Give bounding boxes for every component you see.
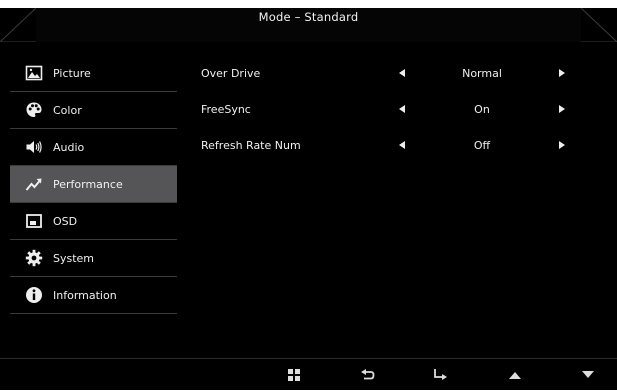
setting-label: Over Drive — [201, 66, 261, 80]
sidebar: Picture Color Audio Performance OSD Syst… — [10, 55, 177, 314]
sidebar-item-system[interactable]: System — [10, 240, 177, 277]
enter-icon[interactable] — [432, 367, 448, 383]
osd-icon — [24, 211, 44, 231]
sidebar-item-label: OSD — [53, 214, 78, 228]
sidebar-item-label: Information — [53, 288, 117, 302]
setting-row-over-drive: Over Drive Normal — [201, 55, 601, 91]
right-arrow-icon[interactable] — [557, 68, 567, 78]
sidebar-item-label: Audio — [53, 140, 85, 154]
setting-label: FreeSync — [201, 102, 251, 116]
setting-value[interactable]: Normal — [407, 67, 557, 80]
sidebar-item-color[interactable]: Color — [10, 92, 177, 129]
sidebar-item-picture[interactable]: Picture — [10, 55, 177, 92]
sidebar-item-performance[interactable]: Performance — [10, 166, 177, 203]
right-arrow-icon[interactable] — [557, 140, 567, 150]
left-arrow-icon[interactable] — [397, 140, 407, 150]
top-strip — [0, 0, 617, 8]
page-title: Mode – Standard — [258, 10, 359, 24]
down-arrow-icon[interactable] — [580, 367, 596, 383]
performance-icon — [24, 174, 44, 194]
sidebar-item-label: Picture — [53, 66, 91, 80]
setting-label: Refresh Rate Num — [201, 138, 301, 152]
right-arrow-icon[interactable] — [557, 104, 567, 114]
left-arrow-icon[interactable] — [397, 104, 407, 114]
sidebar-item-label: Color — [53, 103, 82, 117]
bottom-button-bar — [0, 358, 617, 391]
up-arrow-icon[interactable] — [507, 367, 523, 383]
sidebar-item-audio[interactable]: Audio — [10, 129, 177, 166]
setting-row-freesync: FreeSync On — [201, 91, 601, 127]
speaker-icon — [24, 137, 44, 157]
left-arrow-icon[interactable] — [397, 68, 407, 78]
setting-row-refresh-rate-num: Refresh Rate Num Off — [201, 127, 601, 163]
sidebar-item-label: System — [53, 251, 95, 265]
menu-grid-icon[interactable] — [286, 367, 302, 383]
setting-value[interactable]: Off — [407, 139, 557, 152]
setting-value[interactable]: On — [407, 103, 557, 116]
sidebar-item-information[interactable]: Information — [10, 277, 177, 314]
settings-panel: Over Drive Normal FreeSync On Refresh Ra… — [201, 55, 601, 163]
sidebar-item-label: Performance — [53, 177, 123, 191]
picture-icon — [24, 63, 44, 83]
gear-icon — [24, 248, 44, 268]
palette-icon — [24, 100, 44, 120]
info-icon — [24, 285, 44, 305]
sidebar-item-osd[interactable]: OSD — [10, 203, 177, 240]
back-icon[interactable] — [360, 367, 376, 383]
